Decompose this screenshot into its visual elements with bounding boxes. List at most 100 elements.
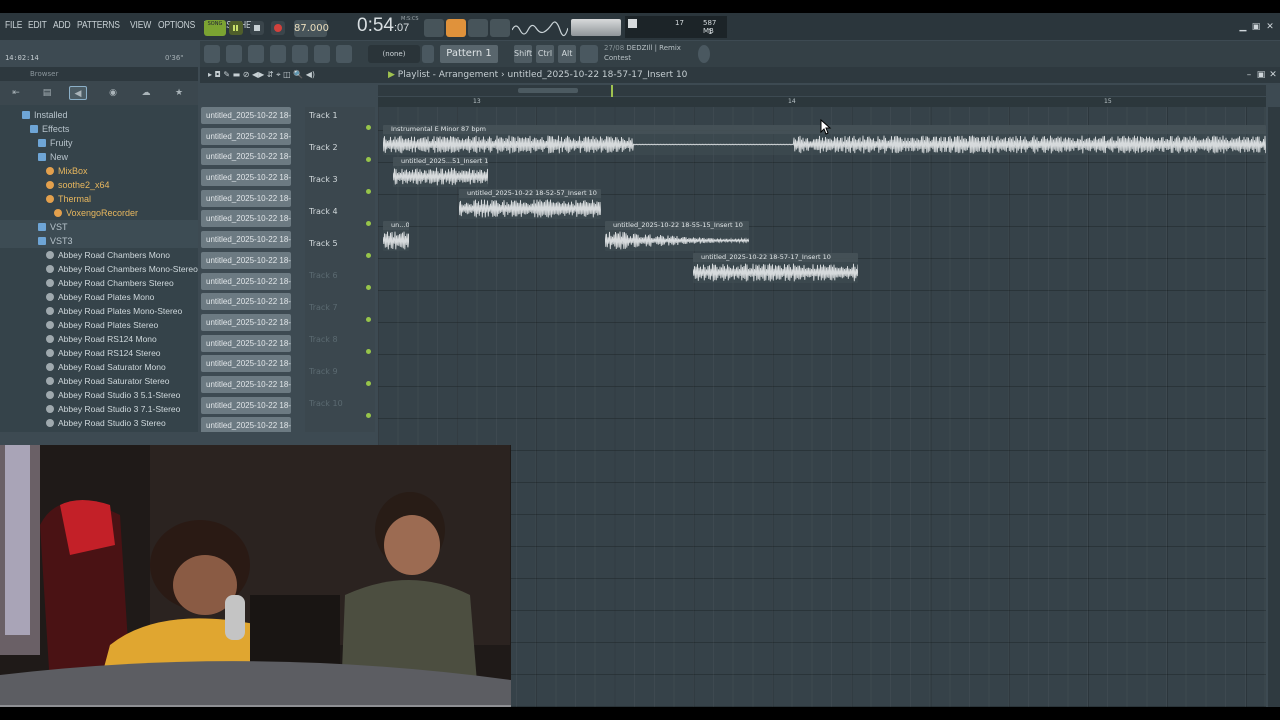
metronome-icon[interactable] [468, 19, 488, 37]
browser-item[interactable]: Abbey Road Chambers Mono-Stereo [0, 262, 198, 276]
browser-item[interactable]: Abbey Road Studio 3 7.1-Stereo [0, 402, 198, 416]
record-button[interactable] [271, 21, 285, 35]
browser-item[interactable]: Abbey Road RS124 Mono [0, 332, 198, 346]
picker-clip-item[interactable]: untitled_2025-10-22 18- [201, 417, 291, 432]
tempo-display[interactable]: 87.000 [294, 20, 329, 37]
playhead-marker[interactable] [611, 85, 613, 97]
browser-item[interactable]: Abbey Road Chambers Stereo [0, 276, 198, 290]
restore-icon[interactable]: ▣ [1251, 22, 1261, 32]
wait-for-input-icon[interactable] [490, 19, 510, 37]
snap-icon[interactable] [204, 45, 220, 63]
collapse-icon[interactable]: ⇤ [7, 86, 25, 100]
track-mute-led[interactable] [366, 285, 371, 290]
browser-item[interactable]: Abbey Road Saturator Mono [0, 360, 198, 374]
audio-clip[interactable]: untitled_2025-10-22 18-55-15_Insert 10 [605, 221, 749, 251]
plugins-icon[interactable]: ◀ [69, 86, 87, 100]
picker-clip-item[interactable]: untitled_2025-10-22 18- [201, 231, 291, 249]
scroll-thumb[interactable] [518, 88, 578, 93]
star-icon[interactable]: ★ [170, 86, 188, 100]
audio-clip[interactable]: un...0 [383, 221, 409, 251]
playlist-play-icon[interactable]: ▶ [388, 70, 398, 80]
browser-item[interactable]: Abbey Road Plates Stereo [0, 318, 198, 332]
track-mute-led[interactable] [366, 125, 371, 130]
browser-item[interactable]: Abbey Road RS124 Stereo [0, 346, 198, 360]
picker-clip-item[interactable]: untitled_2025-10-22 18- [201, 251, 291, 269]
picker-clip-item[interactable]: untitled_2025-10-22 18- [201, 313, 291, 331]
picker-clip-item[interactable]: untitled_2025-10-22 18- [201, 148, 291, 166]
shift-key-button[interactable]: Shift [514, 45, 532, 63]
menu-edit[interactable]: EDIT [28, 20, 47, 31]
pattern-selector[interactable]: Pattern 1 [440, 45, 498, 63]
timeline-ruler[interactable]: 13 14 15 [378, 97, 1266, 107]
track-header[interactable]: Track 1 [305, 107, 375, 139]
microphone-icon[interactable] [336, 45, 352, 63]
picker-clip-item[interactable]: untitled_2025-10-22 18- [201, 375, 291, 393]
browser-item[interactable]: Abbey Road Studio 3 Stereo [0, 416, 198, 430]
track-header[interactable]: Track 9 [305, 363, 375, 395]
playlist-icon[interactable] [226, 45, 242, 63]
menu-options[interactable]: OPTIONS [158, 20, 195, 31]
play-pause-button[interactable] [229, 21, 243, 35]
playlist-close-icon[interactable]: ✕ [1268, 70, 1278, 80]
browser-item[interactable]: Abbey Road Studio 3 5.1-Stereo [0, 388, 198, 402]
playlist-grid[interactable]: Instrumental E Minor 87 bpm untitled_2025… [378, 107, 1266, 707]
track-mute-led[interactable] [366, 221, 371, 226]
close-icon[interactable]: ✕ [1265, 22, 1275, 32]
track-header[interactable]: Track 2 [305, 139, 375, 171]
browser-item[interactable]: Abbey Road Chambers Mono [0, 248, 198, 262]
picker-clip-item[interactable]: untitled_2025-10-22 18- [201, 396, 291, 414]
vertical-scrollbar[interactable] [1268, 107, 1280, 707]
globe-icon[interactable] [698, 45, 710, 63]
song-mode-toggle[interactable]: SONG [204, 20, 226, 36]
picker-clip-item[interactable]: untitled_2025-10-22 18- [201, 293, 291, 311]
browser-item[interactable]: Abbey Road Plates Mono-Stereo [0, 304, 198, 318]
menu-add[interactable]: ADD [53, 20, 71, 31]
news-icon[interactable] [580, 45, 598, 63]
audio-clip[interactable]: untitled_2025-10-22 18-52-57_Insert 10 [459, 189, 601, 219]
picker-clip-item[interactable]: untitled_2025-10-22 18- [201, 272, 291, 290]
arrow-icon[interactable] [314, 45, 330, 63]
pattern-prev-icon[interactable] [422, 45, 434, 63]
picker-clip-item[interactable]: untitled_2025-10-22 18- [201, 334, 291, 352]
database-icon[interactable]: ◉ [104, 86, 122, 100]
browser-item[interactable]: MixBox [0, 164, 198, 178]
horizontal-scrollbar[interactable] [378, 85, 1266, 96]
audio-clip[interactable]: untitled_2025...51_Insert 10 [393, 157, 488, 187]
browser-item[interactable]: Effects [0, 122, 198, 136]
browser-item[interactable]: Installed [0, 108, 198, 122]
track-mute-led[interactable] [366, 189, 371, 194]
track-mute-led[interactable] [366, 157, 371, 162]
browser-item[interactable]: soothe2_x64 [0, 178, 198, 192]
browser-item[interactable]: Abbey Road Saturator Stereo [0, 374, 198, 388]
track-header[interactable]: Track 5 [305, 235, 375, 267]
playlist-tools-icon[interactable]: ▸ ◘ ✎ ▬ ⊘ ◀▶ ⇵ ⌖ ◫ 🔍 ◀) [208, 70, 315, 80]
audio-clip[interactable]: untitled_2025-10-22 18-57-17_Insert 10 [693, 253, 858, 283]
picker-clip-item[interactable]: untitled_2025-10-22 18- [201, 107, 291, 124]
browser-item[interactable]: Thermal [0, 192, 198, 206]
picker-clip-item[interactable]: untitled_2025-10-22 18- [201, 189, 291, 207]
picker-clip-item[interactable]: untitled_2025-10-22 18- [201, 355, 291, 373]
mixer-icon[interactable] [292, 45, 308, 63]
menu-file[interactable]: FILE [5, 20, 22, 31]
playlist-restore-icon[interactable]: ▣ [1256, 70, 1266, 80]
picker-clip-item[interactable]: untitled_2025-10-22 18- [201, 210, 291, 228]
picker-clip-item[interactable]: untitled_2025-10-22 18- [201, 169, 291, 187]
track-mute-led[interactable] [366, 317, 371, 322]
browser-item[interactable]: VST [0, 220, 198, 234]
track-mute-led[interactable] [366, 413, 371, 418]
picker-clip-item[interactable]: untitled_2025-10-22 18- [201, 127, 291, 145]
alt-key-button[interactable]: Alt [558, 45, 576, 63]
track-header[interactable]: Track 4 [305, 203, 375, 235]
file-icon[interactable]: ▤ [38, 86, 56, 100]
track-mute-led[interactable] [366, 381, 371, 386]
browser-item[interactable]: Fruity [0, 136, 198, 150]
browser-item[interactable]: VST3 [0, 234, 198, 248]
playlist-minimize-icon[interactable]: – [1244, 70, 1254, 80]
ctrl-key-button[interactable]: Ctrl [536, 45, 554, 63]
track-mute-led[interactable] [366, 253, 371, 258]
menu-patterns[interactable]: PATTERNS [77, 20, 120, 31]
minimize-icon[interactable]: ▁ [1238, 22, 1248, 32]
browser-item[interactable]: Abbey Road Plates Mono [0, 290, 198, 304]
snap-select[interactable]: (none) [368, 45, 420, 63]
piano-roll-icon[interactable] [248, 45, 264, 63]
